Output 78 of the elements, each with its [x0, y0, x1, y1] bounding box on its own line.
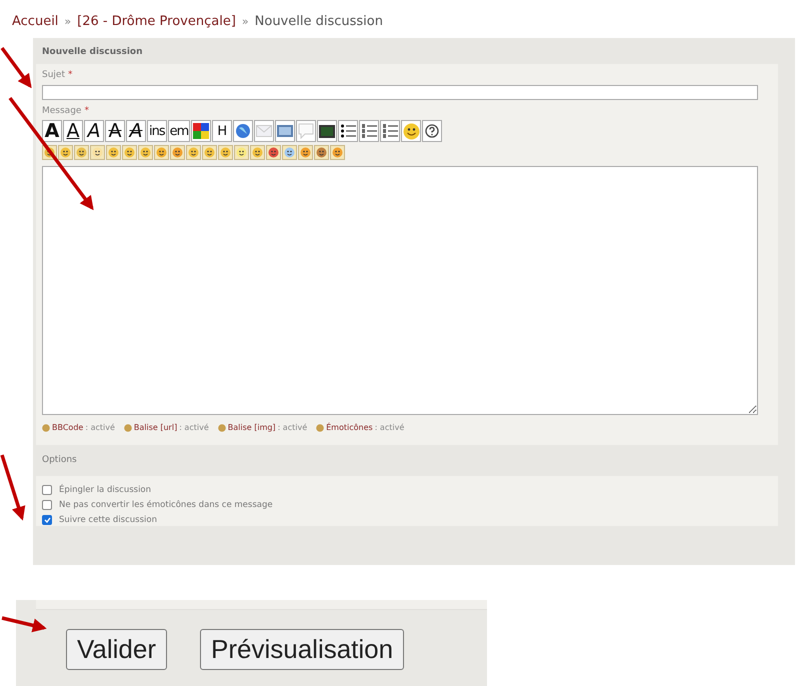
- globe-icon: [235, 123, 252, 139]
- toolbar-button[interactable]: [359, 120, 380, 142]
- option-label: Suivre cette discussion: [59, 515, 157, 525]
- status-icon: [218, 424, 226, 432]
- format-button[interactable]: em: [168, 120, 190, 142]
- emoticon-button[interactable]: [282, 145, 297, 160]
- emoticon-button[interactable]: [298, 145, 313, 160]
- preview-button[interactable]: Prévisualisation: [200, 629, 404, 670]
- status-link[interactable]: Émoticônes: [326, 423, 373, 432]
- annotation-arrow: [0, 46, 32, 88]
- emoticon-button[interactable]: [170, 145, 185, 160]
- status-link[interactable]: Balise [img]: [228, 423, 276, 432]
- option-label: Ne pas convertir les émoticônes dans ce message: [59, 500, 273, 510]
- toolbar-button[interactable]: [401, 120, 422, 142]
- format-button[interactable]: A: [42, 120, 62, 142]
- status-icon: [316, 424, 324, 432]
- format-button[interactable]: A: [63, 120, 83, 142]
- breadcrumb-separator: »: [242, 15, 249, 28]
- list-icon: [361, 123, 378, 139]
- toolbar-button[interactable]: [422, 120, 442, 142]
- status-link[interactable]: BBCode: [52, 423, 84, 432]
- breadcrumb-link[interactable]: [26 - Drôme Provençale]: [77, 14, 236, 29]
- field-label: Sujet *: [42, 70, 74, 82]
- subject-field[interactable]: [42, 85, 758, 100]
- field-label: Message *: [42, 106, 90, 118]
- toolbar-button[interactable]: [191, 120, 212, 142]
- emoticon-button[interactable]: [186, 145, 201, 160]
- list-icon: [340, 123, 356, 139]
- emoticon-button[interactable]: [138, 145, 153, 160]
- emoticon-button[interactable]: [74, 145, 89, 160]
- emoticon-button[interactable]: [234, 145, 249, 160]
- message-field[interactable]: [42, 166, 758, 415]
- format-button[interactable]: A: [105, 120, 125, 142]
- emoticon-button[interactable]: [314, 145, 329, 160]
- checkbox[interactable]: [42, 485, 52, 495]
- format-button[interactable]: A: [126, 120, 146, 142]
- checkbox[interactable]: [42, 515, 52, 525]
- section-title: Nouvelle discussion: [41, 46, 144, 59]
- status-value: : activé: [85, 423, 115, 432]
- emoticon-button[interactable]: [106, 145, 121, 160]
- submit-button[interactable]: Valider: [66, 629, 168, 670]
- breadcrumb-separator: »: [64, 15, 72, 28]
- checkbox[interactable]: [42, 500, 52, 510]
- breadcrumb-current: Nouvelle discussion: [254, 14, 383, 29]
- section-title: Options: [41, 454, 78, 467]
- emoticon-button[interactable]: [122, 145, 137, 160]
- emoticon-button[interactable]: [266, 145, 281, 160]
- list-icon: [382, 123, 398, 139]
- format-button[interactable]: H: [212, 120, 232, 142]
- status-value: : activé: [278, 423, 308, 432]
- emoticon-button[interactable]: [58, 145, 73, 160]
- help-icon: [425, 124, 440, 138]
- toolbar-button[interactable]: [338, 120, 358, 142]
- annotation-arrow: [0, 454, 26, 521]
- status-link[interactable]: Balise [url]: [134, 423, 178, 432]
- image-icon: [277, 125, 294, 137]
- envelope-icon: [256, 125, 272, 137]
- status-value: : activé: [374, 423, 404, 432]
- emoticon-button[interactable]: [330, 145, 345, 160]
- toolbar-button[interactable]: [380, 120, 400, 142]
- smiley-icon: [402, 122, 420, 140]
- status-icon: [42, 424, 50, 432]
- status-value: : activé: [179, 423, 209, 432]
- speech-bubble-icon: [298, 123, 314, 139]
- status-icon: [124, 424, 132, 432]
- emoticon-button[interactable]: [202, 145, 217, 160]
- format-button[interactable]: ins: [147, 120, 167, 142]
- emoticon-button[interactable]: [250, 145, 265, 160]
- option-label: Épingler la discussion: [59, 485, 152, 495]
- toolbar-button[interactable]: [317, 120, 338, 142]
- annotation-arrow: [2, 616, 47, 632]
- breadcrumb-link[interactable]: Accueil: [12, 14, 58, 29]
- format-button[interactable]: A: [84, 120, 104, 142]
- color-grid-icon: [193, 123, 210, 139]
- emoticon-button[interactable]: [90, 145, 105, 160]
- emoticon-button[interactable]: [154, 145, 169, 160]
- terminal-icon: [319, 124, 336, 138]
- emoticon-button[interactable]: [218, 145, 233, 160]
